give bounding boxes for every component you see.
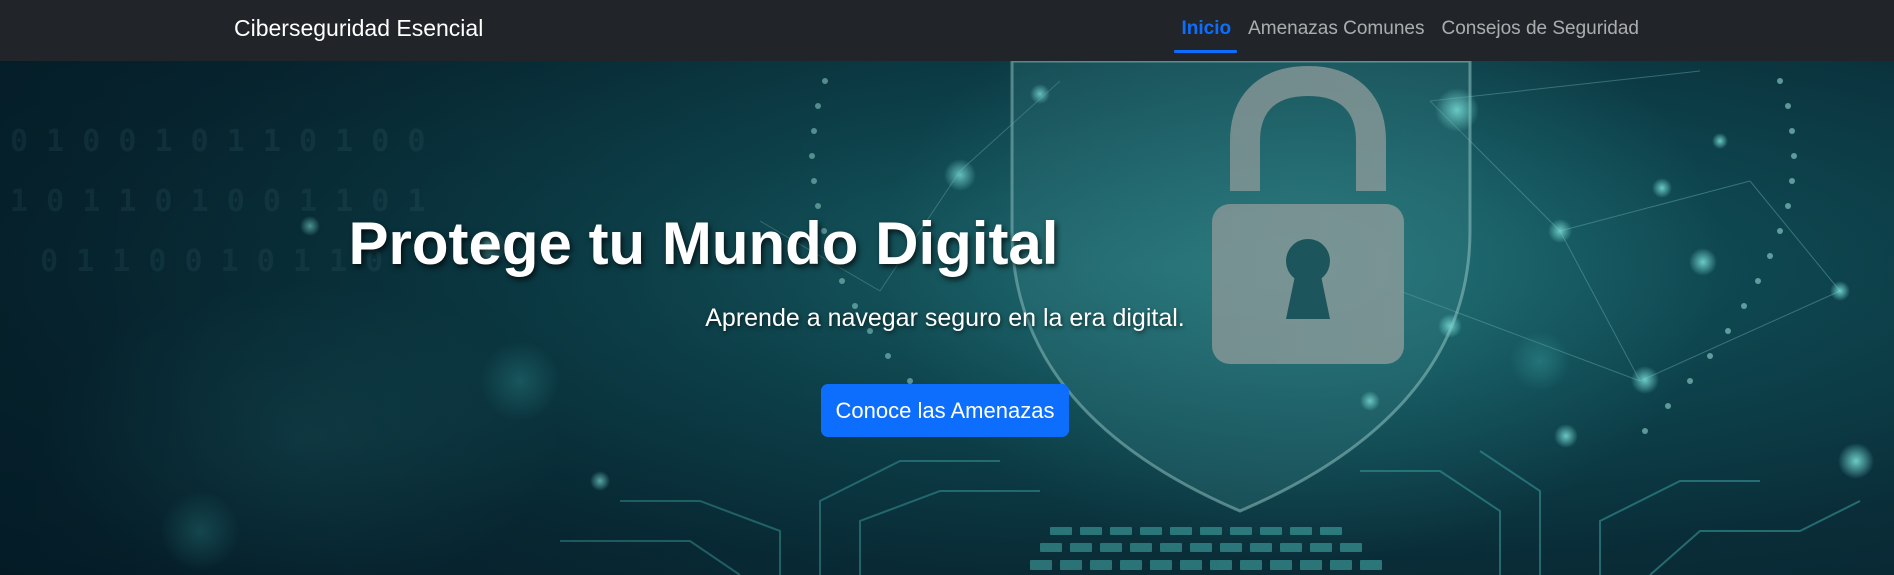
nav-link-consejos-de-seguridad[interactable]: Consejos de Seguridad bbox=[1432, 0, 1647, 61]
hero-section: 0 1 0 0 1 0 1 1 0 1 0 0 1 0 1 1 0 1 0 0 … bbox=[0, 61, 1894, 575]
nav-link-inicio[interactable]: Inicio bbox=[1172, 0, 1239, 61]
top-navbar: Ciberseguridad Esencial Inicio Amenazas … bbox=[0, 0, 1894, 61]
nav-links: Inicio Amenazas Comunes Consejos de Segu… bbox=[1172, 0, 1647, 61]
brand-link[interactable]: Ciberseguridad Esencial bbox=[234, 15, 483, 42]
hero-content: Protege tu Mundo Digital Aprende a naveg… bbox=[0, 61, 1894, 575]
nav-link-amenazas-comunes[interactable]: Amenazas Comunes bbox=[1239, 0, 1432, 61]
hero-subtitle: Aprende a navegar seguro en la era digit… bbox=[705, 304, 1185, 332]
hero-title: Protege tu Mundo Digital bbox=[348, 210, 1059, 277]
conoce-amenazas-button[interactable]: Conoce las Amenazas bbox=[821, 384, 1069, 437]
